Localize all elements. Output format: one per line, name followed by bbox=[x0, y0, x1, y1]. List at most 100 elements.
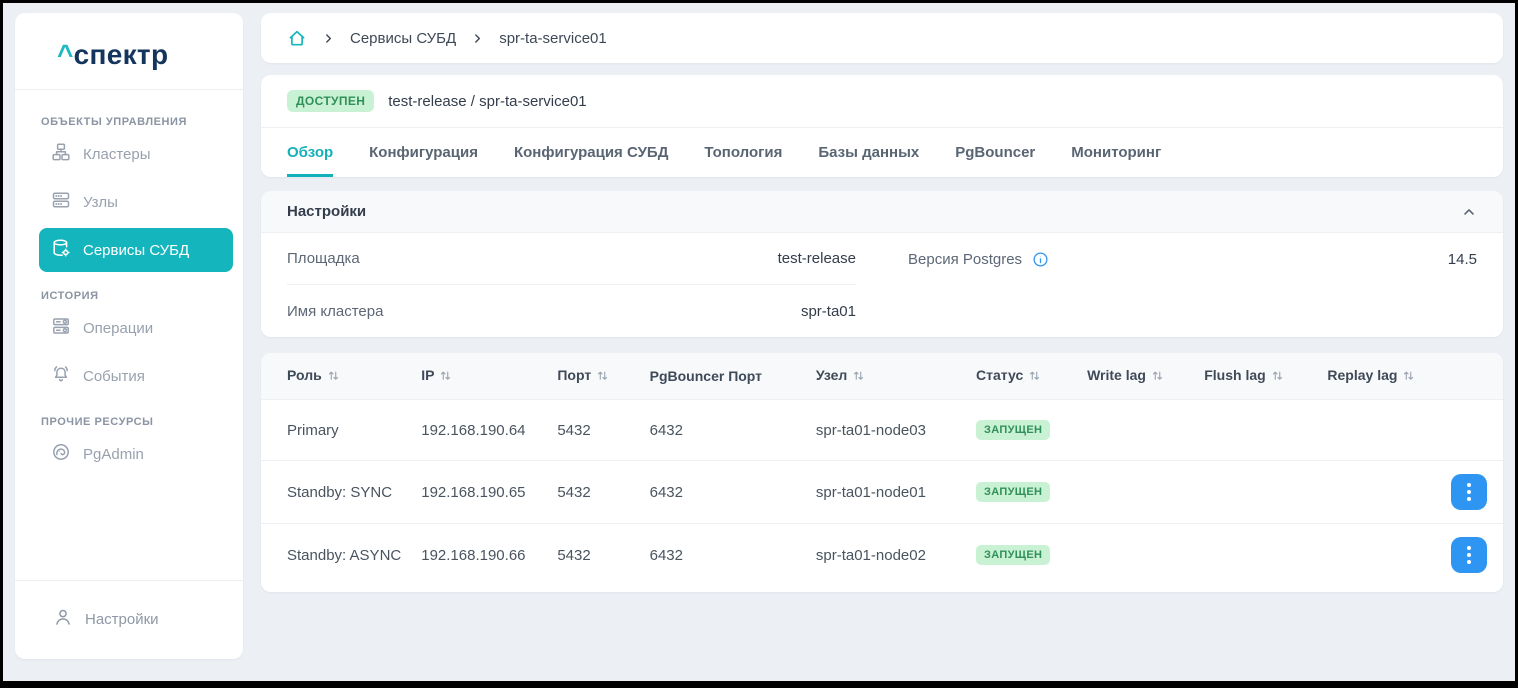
node-cell: spr-ta01-node02 bbox=[805, 523, 967, 586]
database-gear-icon bbox=[51, 238, 71, 262]
column-header-node[interactable]: Узел bbox=[805, 353, 967, 400]
setting-label-text: Версия Postgres bbox=[908, 250, 1023, 268]
service-panel: ДОСТУПЕН test-release / spr-ta-service01… bbox=[261, 75, 1503, 177]
service-title: test-release / spr-ta-service01 bbox=[388, 92, 587, 110]
sort-icon bbox=[852, 369, 865, 385]
sidebar-item-label: События bbox=[83, 367, 145, 385]
column-label: IP bbox=[421, 367, 435, 383]
setting-row-postgres-version: Версия Postgres 14.5 bbox=[908, 233, 1477, 285]
cluster-icon bbox=[51, 142, 71, 166]
sidebar-item-clusters[interactable]: Кластеры bbox=[39, 132, 233, 176]
breadcrumb: Сервисы СУБД spr-ta-service01 bbox=[261, 13, 1503, 63]
table-row-standby-sync: Standby: SYNC 192.168.190.65 5432 6432 s… bbox=[261, 460, 1503, 524]
sort-icon bbox=[439, 369, 452, 385]
port-cell: 5432 bbox=[547, 460, 640, 524]
replay-lag-cell bbox=[1317, 399, 1441, 461]
sidebar-item-label: Узлы bbox=[83, 193, 118, 211]
sidebar-item-events[interactable]: События bbox=[39, 354, 233, 398]
availability-badge: ДОСТУПЕН bbox=[287, 90, 375, 112]
column-header-ip[interactable]: IP bbox=[411, 353, 548, 400]
nav-section-history: ИСТОРИЯ bbox=[41, 290, 99, 302]
actions-cell bbox=[1440, 523, 1503, 586]
settings-grid: Площадка test-release Версия Postgres 14… bbox=[261, 233, 1503, 337]
sidebar-item-pgadmin[interactable]: PgAdmin bbox=[39, 432, 233, 476]
setting-value: 14.5 bbox=[1447, 250, 1477, 268]
tab-topology[interactable]: Топология bbox=[704, 128, 782, 177]
write-lag-cell bbox=[1077, 399, 1195, 461]
column-header-actions bbox=[1440, 353, 1503, 400]
write-lag-cell bbox=[1077, 523, 1195, 586]
tab-dbms-configuration[interactable]: Конфигурация СУБД bbox=[514, 128, 668, 177]
sidebar-item-settings[interactable]: Настройки bbox=[41, 597, 233, 641]
status-badge: ЗАПУЩЕН bbox=[976, 482, 1051, 502]
column-label: Flush lag bbox=[1204, 367, 1266, 383]
sort-icon bbox=[1028, 369, 1041, 385]
tab-monitoring[interactable]: Мониторинг bbox=[1071, 128, 1161, 177]
status-badge: ЗАПУЩЕН bbox=[976, 545, 1051, 565]
role-cell: Standby: SYNC bbox=[261, 460, 412, 524]
flush-lag-cell bbox=[1194, 523, 1318, 586]
table-header-row: Роль IP Порт PgBouncer Порт Узел Статус … bbox=[261, 353, 1503, 400]
tab-overview[interactable]: Обзор bbox=[287, 128, 334, 177]
logo-text: спектр bbox=[73, 39, 169, 70]
column-header-write-lag[interactable]: Write lag bbox=[1077, 353, 1195, 400]
setting-row-site: Площадка test-release bbox=[287, 233, 856, 285]
user-icon bbox=[53, 607, 73, 631]
table-row-standby-async: Standby: ASYNC 192.168.190.66 5432 6432 … bbox=[261, 523, 1503, 586]
role-cell: Standby: ASYNC bbox=[261, 523, 412, 586]
sort-icon bbox=[1151, 369, 1164, 385]
pgbouncer-port-cell: 6432 bbox=[639, 399, 806, 461]
flush-lag-cell bbox=[1194, 399, 1318, 461]
column-label: Write lag bbox=[1087, 367, 1146, 383]
elephant-icon bbox=[51, 442, 71, 466]
nodes-table: Роль IP Порт PgBouncer Порт Узел Статус … bbox=[261, 353, 1503, 586]
app-logo[interactable]: ^спектр bbox=[15, 13, 243, 90]
column-label: Узел bbox=[815, 367, 848, 383]
pgbouncer-port-cell: 6432 bbox=[639, 523, 806, 586]
setting-label: Имя кластера bbox=[287, 302, 384, 320]
column-header-replay-lag[interactable]: Replay lag bbox=[1317, 353, 1441, 400]
nodes-icon bbox=[51, 190, 71, 214]
tab-databases[interactable]: Базы данных bbox=[818, 128, 919, 177]
nav-section-management-objects: ОБЪЕКТЫ УПРАВЛЕНИЯ bbox=[41, 116, 187, 128]
role-cell: Primary bbox=[261, 399, 412, 461]
row-actions-button[interactable] bbox=[1451, 537, 1487, 573]
tab-pgbouncer[interactable]: PgBouncer bbox=[955, 128, 1035, 177]
tab-configuration[interactable]: Конфигурация bbox=[369, 128, 478, 177]
nav-section-other-resources: ПРОЧИЕ РЕСУРСЫ bbox=[41, 416, 154, 428]
sidebar-item-label: PgAdmin bbox=[83, 445, 144, 463]
sidebar-item-label: Операции bbox=[83, 319, 154, 337]
node-cell: spr-ta01-node03 bbox=[805, 399, 967, 461]
sort-icon bbox=[1271, 369, 1284, 385]
setting-value: spr-ta01 bbox=[800, 302, 856, 320]
row-actions-button[interactable] bbox=[1451, 474, 1487, 510]
column-header-status[interactable]: Статус bbox=[966, 353, 1078, 400]
sidebar-item-operations[interactable]: Операции bbox=[39, 306, 233, 350]
column-header-port[interactable]: Порт bbox=[547, 353, 640, 400]
column-header-pgbouncer-port: PgBouncer Порт bbox=[639, 353, 806, 400]
column-header-role[interactable]: Роль bbox=[261, 353, 412, 400]
flush-lag-cell bbox=[1194, 460, 1318, 524]
kebab-icon bbox=[1467, 546, 1471, 564]
chevron-up-icon[interactable] bbox=[1461, 204, 1477, 220]
sidebar-item-nodes[interactable]: Узлы bbox=[39, 180, 233, 224]
logo-caret: ^ bbox=[57, 39, 74, 70]
sidebar-footer-label: Настройки bbox=[85, 610, 159, 628]
column-label: PgBouncer Порт bbox=[649, 368, 763, 384]
ip-cell: 192.168.190.64 bbox=[411, 399, 548, 461]
info-icon[interactable] bbox=[1032, 251, 1049, 268]
node-cell: spr-ta01-node01 bbox=[805, 460, 967, 524]
home-icon[interactable] bbox=[287, 28, 307, 48]
setting-value: test-release bbox=[777, 250, 856, 267]
breadcrumb-item-current: spr-ta-service01 bbox=[499, 29, 607, 47]
kebab-icon bbox=[1467, 483, 1471, 501]
sidebar: ^спектр ОБЪЕКТЫ УПРАВЛЕНИЯ Кластеры Узлы… bbox=[15, 13, 243, 659]
column-header-flush-lag[interactable]: Flush lag bbox=[1194, 353, 1318, 400]
breadcrumb-item-services[interactable]: Сервисы СУБД bbox=[350, 30, 456, 47]
replay-lag-cell bbox=[1317, 460, 1441, 524]
column-label: Статус bbox=[976, 367, 1024, 383]
setting-label: Версия Postgres bbox=[908, 251, 1049, 268]
sidebar-item-dbms-services[interactable]: Сервисы СУБД bbox=[39, 228, 233, 272]
tab-bar: Обзор Конфигурация Конфигурация СУБД Топ… bbox=[261, 127, 1503, 177]
status-cell: ЗАПУЩЕН bbox=[966, 460, 1078, 524]
